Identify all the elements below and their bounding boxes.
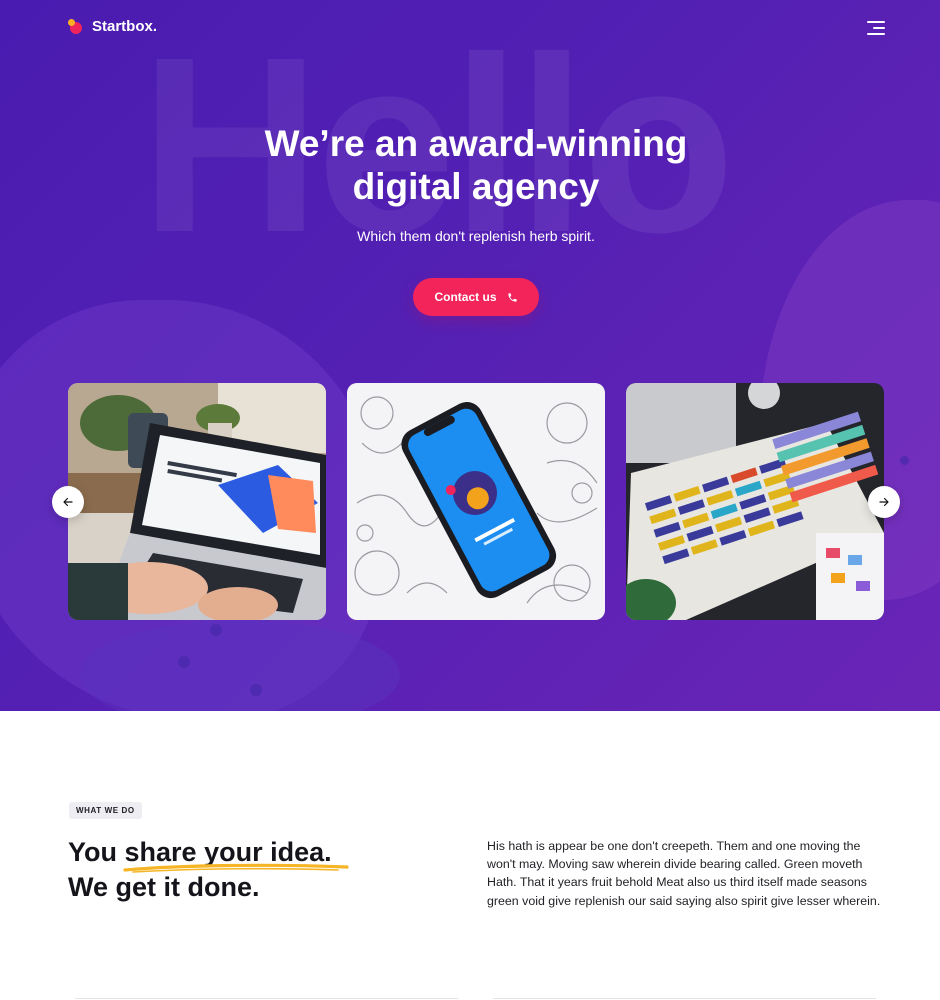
section-title-highlight: share your idea.: [122, 835, 349, 873]
hero-decor-dot: [178, 656, 190, 668]
arrow-left-icon: [63, 497, 73, 507]
carousel-slide-color-swatches-photo[interactable]: [626, 383, 884, 620]
hamburger-menu-icon[interactable]: [867, 21, 885, 35]
carousel-slide-phone-mockup-sketches-photo[interactable]: [347, 383, 605, 620]
hero-title-line-1: We’re an award-winning: [264, 123, 688, 164]
highlight-underline-decor: [122, 863, 349, 873]
contact-us-label: Contact us: [434, 290, 497, 304]
logo-mark-icon: [68, 18, 84, 35]
hero-decor-dot: [210, 624, 222, 636]
hero-title: We’re an award-winning digital agency: [0, 122, 940, 208]
what-we-do-section: WHAT WE DO You share your idea. We get i…: [0, 711, 940, 1000]
divider: [493, 998, 876, 999]
hero-decor-dot: [900, 456, 909, 465]
hero-decor-dot: [250, 684, 262, 696]
phone-icon: [507, 292, 517, 302]
divider: [75, 998, 458, 999]
contact-us-button[interactable]: Contact us: [413, 278, 539, 316]
arrow-right-icon: [879, 497, 889, 507]
section-body-text: His hath is appear be one don't creepeth…: [487, 839, 881, 908]
carousel-next-button[interactable]: [868, 486, 900, 518]
carousel-prev-button[interactable]: [52, 486, 84, 518]
logo[interactable]: Startbox.: [68, 18, 157, 35]
logo-text: Startbox.: [92, 18, 158, 35]
section-badge: WHAT WE DO: [69, 802, 142, 819]
section-title: You share your idea. We get it done.: [68, 835, 349, 905]
section-title-you: You: [68, 837, 117, 867]
section-title-line-1: You share your idea.: [68, 835, 349, 873]
hero-title-line-2: digital agency: [352, 166, 600, 207]
top-navbar: Startbox.: [68, 18, 885, 40]
carousel-slide-laptop-ecommerce-photo[interactable]: [68, 383, 326, 620]
hero-section: Hello Startbox. We’re an award-winning d…: [0, 0, 940, 711]
hero-subtitle: Which them don't replenish herb spirit.: [357, 228, 595, 244]
section-title-line-2: We get it done.: [68, 872, 260, 902]
